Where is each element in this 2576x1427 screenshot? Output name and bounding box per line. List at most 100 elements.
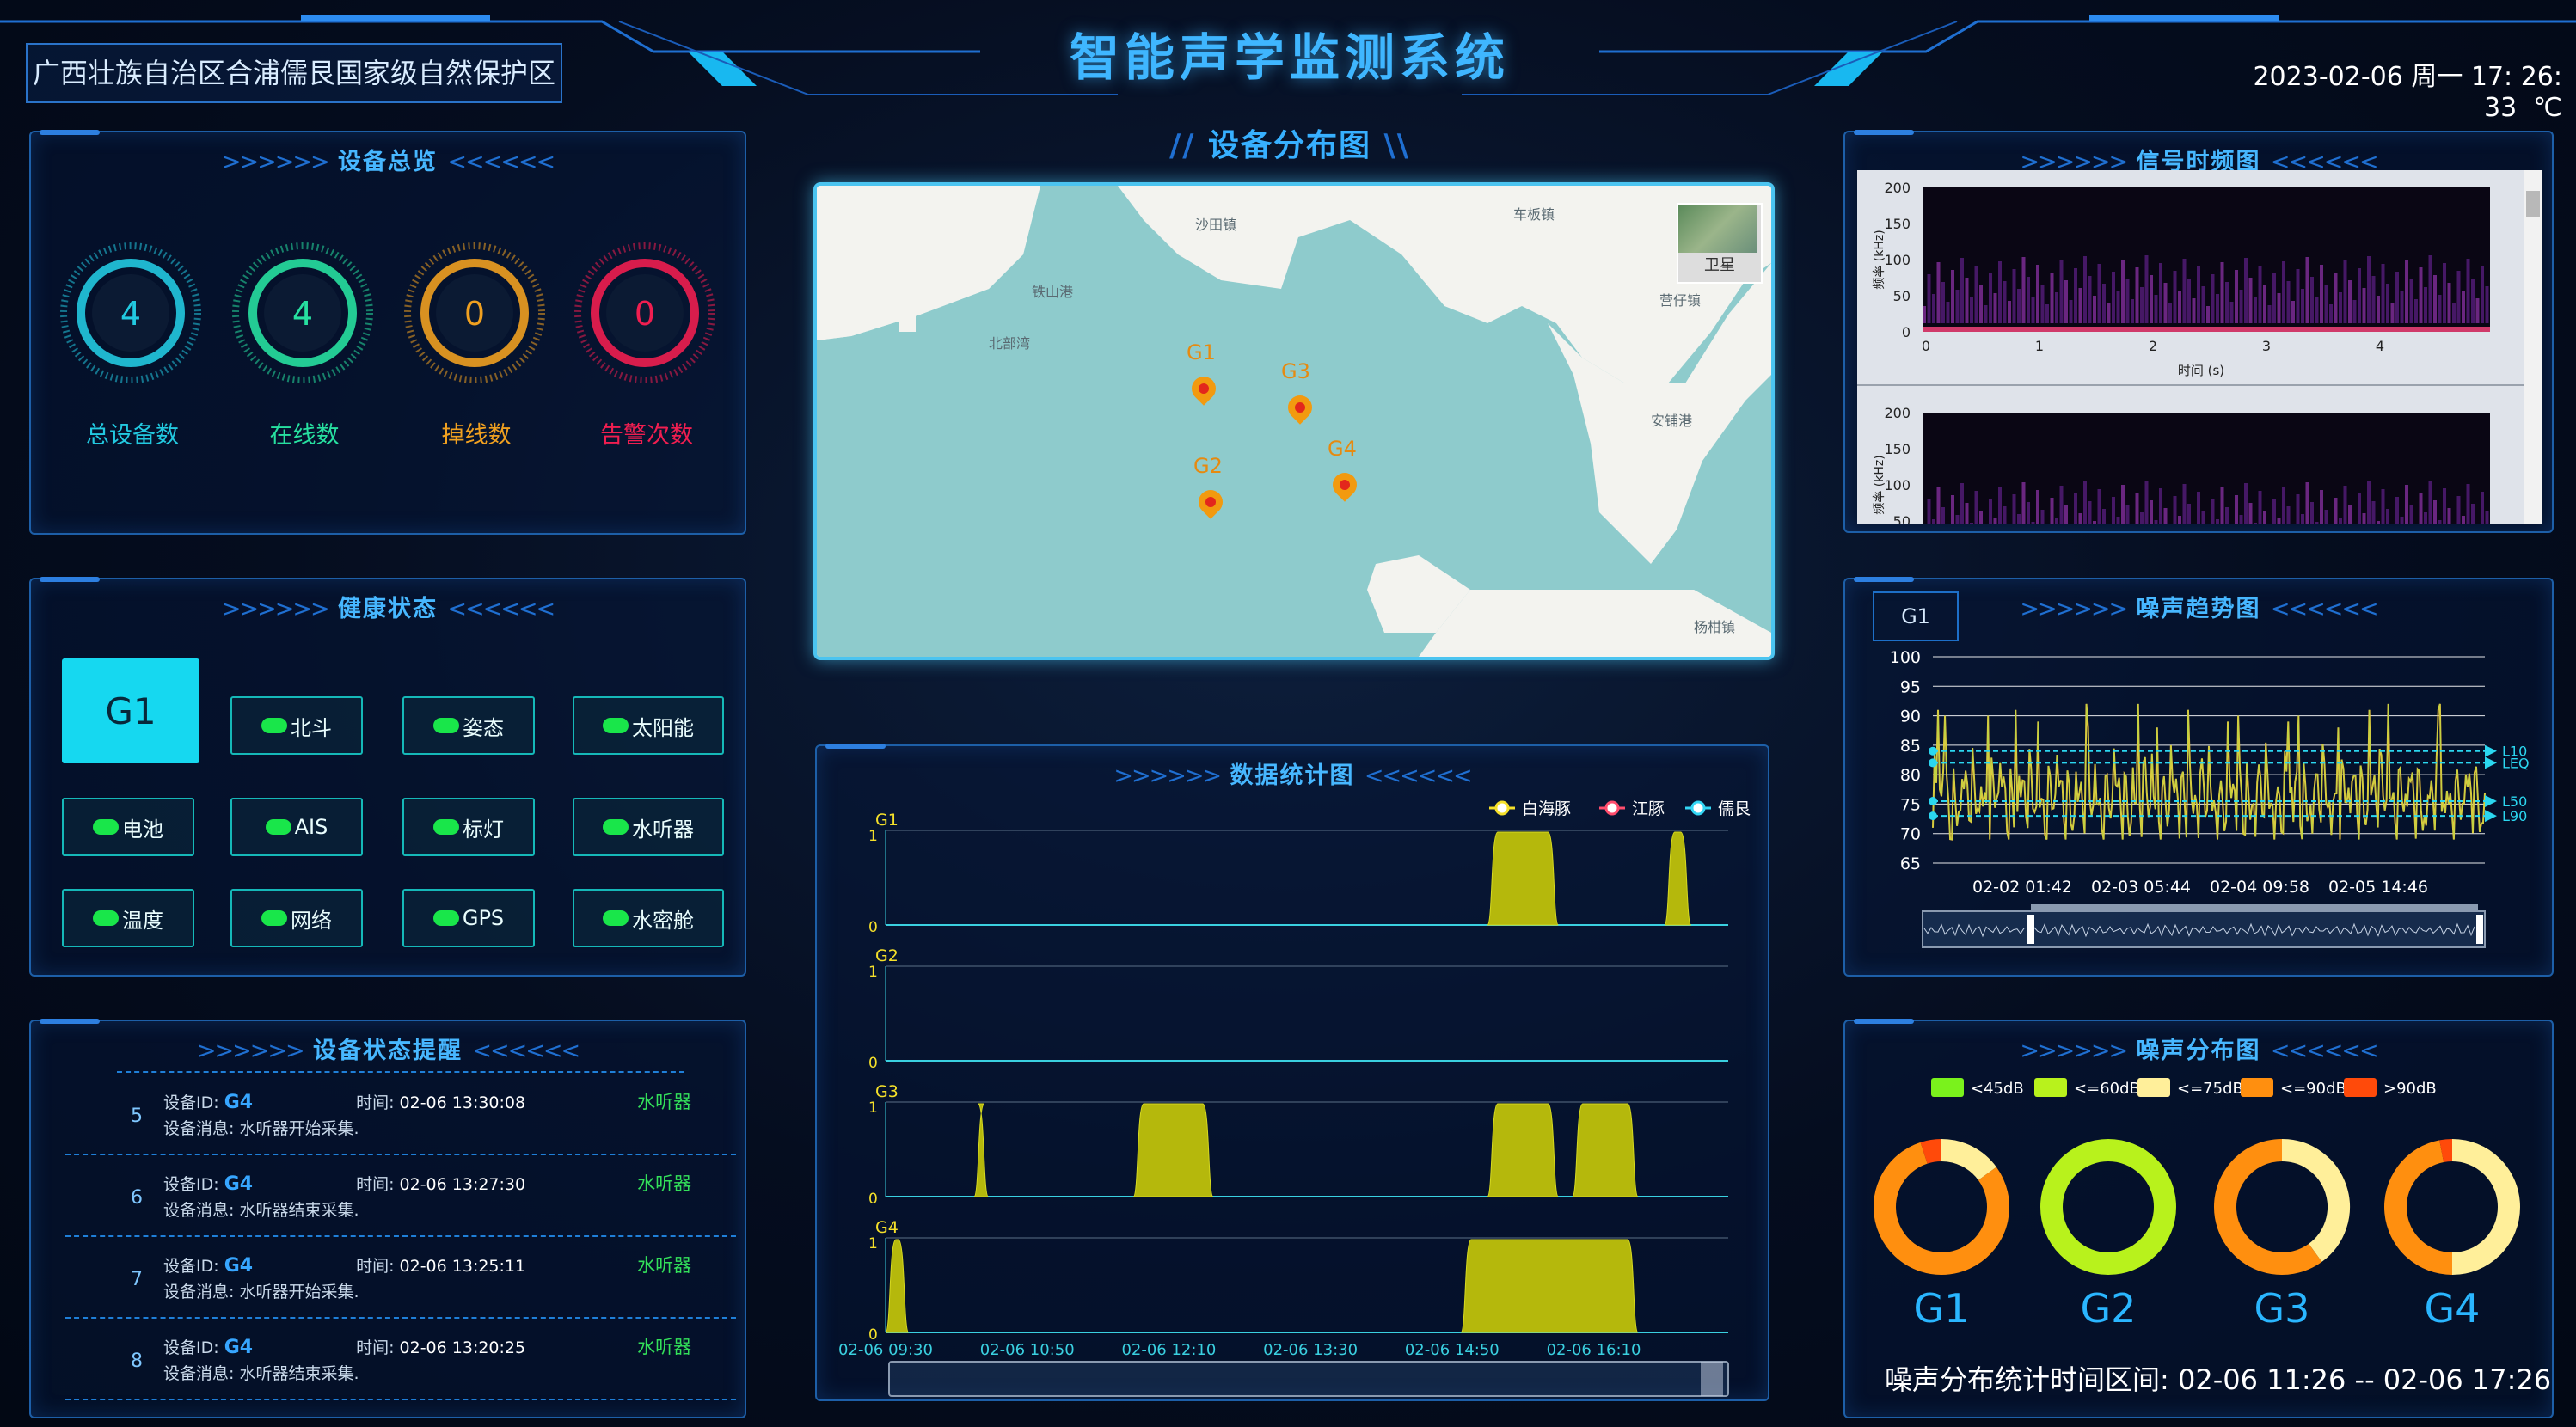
spectrogram-band: [2305, 482, 2309, 524]
trend-zoom-slider: [1922, 910, 2486, 948]
spectrogram-band: [2192, 298, 2196, 323]
donut-slice: [2384, 1140, 2453, 1275]
alert-num: 7: [131, 1269, 143, 1290]
y-tick-label: 1: [868, 1235, 878, 1252]
y-tick-label: 80: [1900, 766, 1921, 785]
spectrogram-band: [2097, 489, 2101, 524]
health-item[interactable]: GPS: [402, 889, 535, 947]
health-panel: >>>>>> 健康状态 <<<<<< G1 北斗 姿态 太阳能 电池 AIS 标灯 水听器温…: [29, 577, 746, 977]
spectrogram-band: [2178, 291, 2181, 323]
spectrogram-band: [2088, 276, 2092, 323]
alert-row[interactable]: 6 设备ID: G4 时间: 02-06 13:27:30 水听器 设备消息: 水听器结…: [65, 1154, 736, 1237]
spectrogram-band: [2282, 487, 2285, 524]
y-tick-label: 70: [1900, 825, 1921, 844]
spectrogram-band: [2050, 498, 2054, 524]
satellite-toggle[interactable]: 卫星: [1677, 203, 1763, 284]
spectrogram-band: [2390, 303, 2395, 323]
spectrogram-band: [2424, 287, 2427, 323]
spectrogram-band: [2036, 265, 2039, 323]
spectrogram-band: [2055, 292, 2058, 323]
spectrogram-band: [2310, 277, 2314, 323]
health-item-label: 姿态: [463, 715, 504, 740]
alert-id-label: 设备ID:: [163, 1257, 219, 1276]
spectrogram-band: [1979, 285, 1983, 323]
spectrogram-band: [2140, 512, 2144, 524]
slider-handle: [1701, 1362, 1723, 1396]
spectrogram-band: [2409, 279, 2413, 323]
donut-slice: [2214, 1139, 2322, 1275]
series-label: G1: [875, 811, 899, 830]
spectrogram-band: [2377, 521, 2380, 524]
online-label: 在线数: [269, 422, 340, 449]
spectrogram-band: [2414, 299, 2418, 323]
health-item-label: 电池: [122, 817, 163, 842]
device-selector-g1[interactable]: G1: [62, 658, 199, 763]
health-item-label: 水密舱: [632, 908, 694, 933]
health-item[interactable]: 姿态: [402, 696, 535, 755]
spectrogram-band: [2102, 509, 2106, 524]
x-tick-label: 02-04 09:58: [2210, 878, 2309, 897]
spectrogram-band: [2362, 513, 2366, 524]
spectrogram-band: [2386, 509, 2389, 524]
overview-rings: 4 4 0 0: [60, 242, 715, 383]
health-item[interactable]: 标灯: [402, 798, 535, 856]
health-item[interactable]: 电池: [62, 798, 194, 856]
spectrogram-band: [2140, 287, 2144, 323]
health-item[interactable]: AIS: [230, 798, 363, 856]
spectrogram-band: [2296, 269, 2300, 323]
spectrogram-band: [2074, 268, 2077, 323]
health-item[interactable]: 水密舱: [573, 889, 724, 947]
alert-msg-label: 设备消息:: [163, 1201, 235, 1220]
health-item[interactable]: 网络: [230, 889, 363, 947]
spectrogram-band: [2367, 256, 2371, 323]
device-map[interactable]: 沙田镇 车板镇 铁山港 北部湾 营仔镇 安铺港 杨柑镇 卫星 G1 G2 G3 …: [813, 182, 1775, 660]
spectrogram-band: [2381, 489, 2385, 524]
alert-row[interactable]: 8 设备ID: G4 时间: 02-06 13:20:25 水听器 设备消息: 水听器结…: [65, 1318, 736, 1400]
health-item[interactable]: 太阳能: [573, 696, 724, 755]
spectrogram-band: [2358, 268, 2361, 323]
pin-label-g1: G1: [1187, 340, 1216, 364]
spectrogram-band: [2125, 505, 2130, 524]
spectrogram-band: [2163, 283, 2168, 323]
spectrogram-band: [2083, 256, 2087, 323]
spectrogram-band: [2244, 258, 2248, 323]
alert-type: 水听器: [637, 1173, 692, 1194]
health-item[interactable]: 北斗: [230, 696, 363, 755]
overview-title: >>>>>> 设备总览 <<<<<<: [221, 149, 555, 175]
spectrogram-band: [2131, 299, 2134, 323]
status-dot-icon: [603, 718, 629, 733]
alert-time: 02-06 13:25:11: [399, 1257, 526, 1276]
spectrogram-band: [2367, 481, 2371, 524]
alert-row[interactable]: 5 设备ID: G4 时间: 02-06 13:30:08 水听器 设备消息: 水听器开…: [65, 1073, 736, 1155]
health-item-label: 标灯: [463, 817, 504, 842]
offline-label: 掉线数: [441, 422, 512, 449]
spectrogram-band: [2334, 273, 2338, 323]
x-tick-label: 02-03 05:44: [2091, 878, 2191, 897]
place-label: 北部湾: [989, 335, 1031, 352]
spectrogram-band: [2395, 272, 2399, 323]
spectrogram-band: [2201, 286, 2205, 323]
spectrogram-band: [2324, 510, 2328, 524]
alert-row[interactable]: 7 设备ID: G4 时间: 02-06 13:25:11 水听器 设备消息: 水听器开…: [65, 1236, 736, 1319]
reference-label: L90: [2502, 808, 2527, 824]
spectrogram-band: [2159, 488, 2162, 524]
status-dot-icon: [603, 819, 629, 835]
health-item[interactable]: 水听器: [573, 798, 724, 856]
spectrogram-band: [2144, 481, 2149, 524]
y-tick-label: 100: [1890, 648, 1921, 667]
health-item-label: 水听器: [632, 817, 694, 842]
alert-id: G4: [224, 1255, 254, 1277]
reference-arrow: [2485, 810, 2497, 823]
health-item[interactable]: 温度: [62, 889, 194, 947]
health-item-label: GPS: [462, 906, 505, 930]
spectrogram-band: [2424, 512, 2427, 524]
spectrogram-band: [2031, 297, 2035, 323]
spectrogram-band: [1965, 503, 1969, 524]
spectrogram-band: [2182, 484, 2187, 524]
y-tick-label: 100: [1884, 477, 1911, 493]
ring-value: 4: [292, 295, 313, 333]
spectrogram-band: [2400, 291, 2404, 323]
spectrogram-band: [2045, 304, 2049, 323]
alert-num: 8: [131, 1350, 143, 1372]
spectrogram-band: [2239, 515, 2243, 524]
